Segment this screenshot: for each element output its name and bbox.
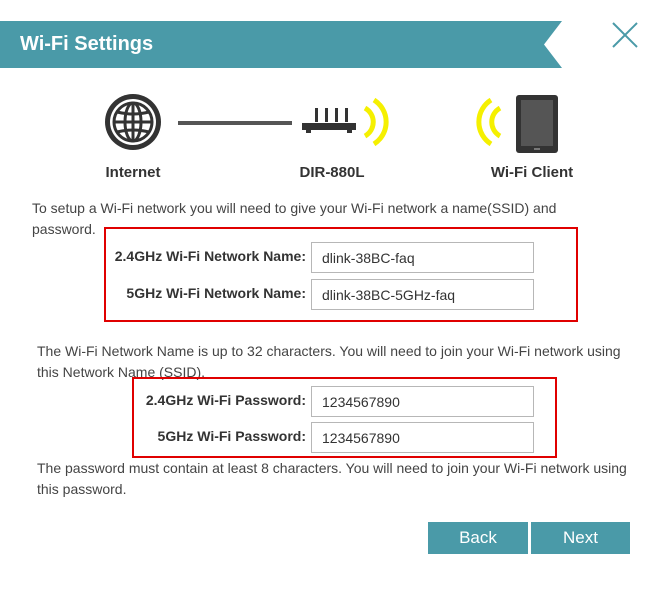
client-label: Wi-Fi Client [490,164,574,181]
tablet-icon [516,95,558,153]
ssid-24-input[interactable] [311,242,534,273]
client-signal-icon [476,97,502,147]
password-5-input[interactable] [311,422,534,453]
password-5-label: 5GHz Wi-Fi Password: [157,428,306,444]
password-24-label: 2.4GHz Wi-Fi Password: [145,392,306,408]
internet-label: Internet [105,164,161,181]
back-button[interactable]: Back [428,522,528,554]
password-help-text: The password must contain at least 8 cha… [37,460,627,497]
wifi-signal-icon [363,97,389,147]
ssid-24-label: 2.4GHz Wi-Fi Network Name: [114,248,306,264]
ssid-5-label: 5GHz Wi-Fi Network Name: [126,285,306,301]
header-banner: Wi-Fi Settings [0,21,562,68]
close-icon [612,22,638,48]
globe-icon [105,94,161,150]
close-button[interactable] [608,18,642,52]
password-24-input[interactable] [311,386,534,417]
next-button[interactable]: Next [531,522,630,554]
page-title: Wi-Fi Settings [20,33,154,55]
router-icon [302,108,356,133]
router-label: DIR-880L [299,164,365,181]
ssid-5-input[interactable] [311,279,534,310]
